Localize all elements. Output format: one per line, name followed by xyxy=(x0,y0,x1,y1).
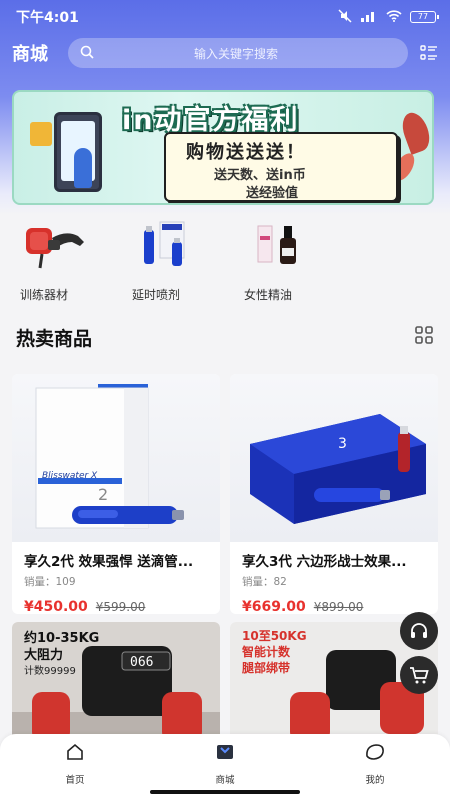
promo-line: 计数99999 xyxy=(24,664,76,677)
banner-line-3: 送经验值 xyxy=(246,186,299,201)
product-price: ¥450.00 xyxy=(24,599,88,614)
person-illustration xyxy=(74,148,92,188)
product-original-price: ¥599.00 xyxy=(95,600,146,614)
product-card[interactable]: Blisswater X 2 享久2代 效果强悍 送滴管... 销量：109 ¥… xyxy=(12,374,220,614)
product-card[interactable]: 3 享久3代 六边形战士效果... 销量：82 ¥669.00 ¥899.00 xyxy=(230,374,438,614)
category-delay-spray[interactable]: 延时喷剂 xyxy=(132,220,244,310)
category-row: 训练器材 延时喷剂 女性精油 xyxy=(0,220,450,310)
search-placeholder: 输入关键字搜索 xyxy=(193,46,278,61)
essential-oil-icon xyxy=(246,220,314,272)
product-box-label: 3 xyxy=(338,436,347,452)
category-training-equipment[interactable]: 训练器材 xyxy=(20,220,132,310)
product-card[interactable]: 约10-35KG 大阻力 计数99999 066 xyxy=(12,622,220,752)
leaf-decoration xyxy=(397,109,432,155)
list-menu-icon[interactable] xyxy=(408,45,438,61)
tab-profile[interactable]: 我的 xyxy=(300,734,450,800)
product-image: Blisswater X 2 xyxy=(12,374,220,542)
tab-home[interactable]: 首页 xyxy=(0,734,150,800)
customer-service-button[interactable] xyxy=(400,612,438,650)
home-icon xyxy=(65,742,85,766)
search-input[interactable]: 输入关键字搜索 xyxy=(68,38,408,68)
page-title: 商城 xyxy=(12,44,48,65)
product-box-label: Blisswater X xyxy=(42,471,98,481)
product-image: 3 xyxy=(230,374,438,542)
product-price: ¥669.00 xyxy=(242,599,306,614)
tab-label: 我的 xyxy=(365,775,385,786)
category-label: 延时喷剂 xyxy=(132,288,181,302)
category-label: 训练器材 xyxy=(20,288,69,302)
profile-icon xyxy=(364,742,386,766)
mute-icon xyxy=(338,8,352,26)
product-box-number: 2 xyxy=(98,485,108,504)
bottom-tab-bar: 首页 商城 我的 xyxy=(0,734,450,800)
promo-line: 约10-35KG xyxy=(24,630,99,646)
section-title: 热卖商品 xyxy=(16,327,93,350)
promo-line: 腿部绑带 xyxy=(242,660,290,675)
tab-label: 商城 xyxy=(215,775,235,786)
banner-card: 购物送送送！ 送天数、送in币 送经验值 xyxy=(164,132,398,202)
shopping-bag-illustration xyxy=(30,122,52,146)
delay-spray-icon xyxy=(134,220,202,272)
grid-view-icon[interactable] xyxy=(414,325,434,349)
search-icon xyxy=(80,44,94,63)
training-equipment-icon xyxy=(22,220,90,272)
wifi-icon xyxy=(386,9,402,25)
app-header: 商城 输入关键字搜索 xyxy=(0,36,450,70)
promo-line: 10至50KG xyxy=(242,629,307,643)
home-indicator xyxy=(150,790,300,794)
banner-line-1: 购物送送送！ xyxy=(186,142,306,163)
promo-banner[interactable]: in动官方福利 购物送送送！ 送天数、送in币 送经验值 xyxy=(12,90,434,205)
hot-products-header: 热卖商品 xyxy=(0,322,450,352)
category-female-essential-oil[interactable]: 女性精油 xyxy=(244,220,356,310)
banner-line-2: 送天数、送in币 xyxy=(214,168,306,183)
product-grid: Blisswater X 2 享久2代 效果强悍 送滴管... 销量：109 ¥… xyxy=(12,374,438,752)
product-original-price: ¥899.00 xyxy=(313,600,364,614)
status-time: 下午4:01 xyxy=(16,10,79,26)
counter-display: 066 xyxy=(130,655,153,670)
cart-icon xyxy=(410,667,429,684)
headset-icon xyxy=(411,623,427,638)
category-label: 女性精油 xyxy=(244,288,293,302)
promo-line: 智能计数 xyxy=(241,644,291,659)
product-name: 享久2代 效果强悍 送滴管... xyxy=(24,554,194,570)
product-sales: 销量：109 xyxy=(24,576,76,588)
cart-button[interactable] xyxy=(400,656,438,694)
signal-icon xyxy=(360,10,378,25)
tab-label: 首页 xyxy=(65,775,85,786)
status-bar: 下午4:01 77 xyxy=(0,0,450,34)
product-name: 享久3代 六边形战士效果... xyxy=(242,554,407,570)
battery-icon: 77 xyxy=(410,11,439,23)
promo-line: 大阻力 xyxy=(24,647,63,663)
product-sales: 销量：82 xyxy=(242,576,287,588)
shop-icon xyxy=(215,742,235,766)
